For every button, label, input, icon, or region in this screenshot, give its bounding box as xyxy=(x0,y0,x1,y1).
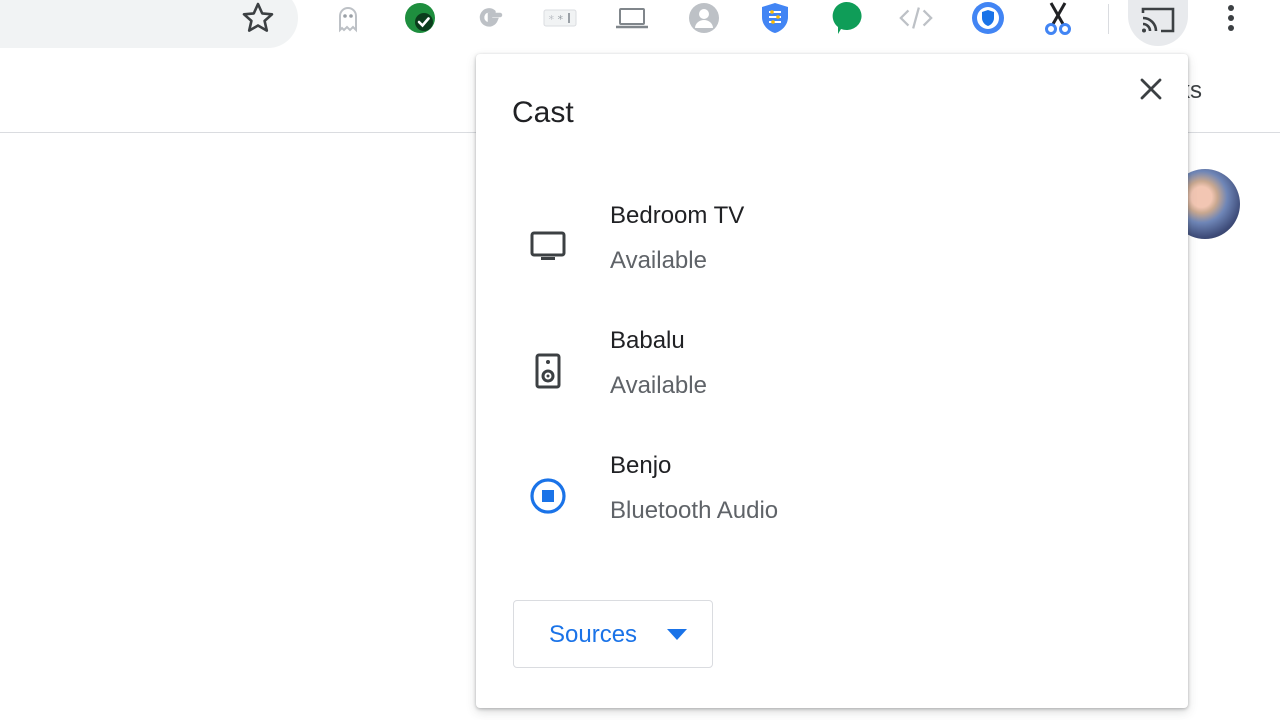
scissors-extension-icon[interactable] xyxy=(1040,0,1076,36)
svg-text:*: * xyxy=(557,13,564,26)
browser-toolbar: * * xyxy=(0,0,1280,50)
code-extension-icon[interactable] xyxy=(898,0,934,36)
password-extension-icon[interactable]: * * xyxy=(542,0,578,36)
shield-extension-icon[interactable] xyxy=(757,0,793,36)
security-extension-icon[interactable] xyxy=(970,0,1006,36)
sink-status: Bluetooth Audio xyxy=(610,497,779,524)
svg-text:*: * xyxy=(548,13,555,26)
dialog-title: Cast xyxy=(512,96,574,129)
ghost-extension-icon[interactable] xyxy=(330,0,366,36)
tv-icon xyxy=(524,222,572,270)
sink-name: Benjo xyxy=(610,452,672,479)
sink-item-bedroom-tv[interactable]: Bedroom TV Available xyxy=(476,194,1188,314)
green-check-extension-icon[interactable] xyxy=(402,0,438,36)
cast-icon xyxy=(1141,7,1175,33)
speaker-icon xyxy=(524,347,572,395)
close-button[interactable] xyxy=(1132,70,1170,108)
sink-name: Bedroom TV xyxy=(610,202,745,229)
google-g-extension-icon[interactable] xyxy=(472,0,508,36)
bookmark-star-icon[interactable] xyxy=(238,0,278,36)
laptop-extension-icon[interactable] xyxy=(614,0,650,36)
sink-status: Available xyxy=(610,372,707,399)
sink-item-benjo[interactable]: Benjo Bluetooth Audio xyxy=(476,444,1188,564)
close-icon xyxy=(1140,78,1162,100)
sources-label: Sources xyxy=(549,621,638,648)
sink-item-babalu[interactable]: Babalu Available xyxy=(476,319,1188,439)
cast-toolbar-button[interactable] xyxy=(1128,0,1188,46)
toolbar-divider xyxy=(1108,4,1109,34)
sources-button[interactable]: Sources xyxy=(513,600,713,668)
sink-status: Available xyxy=(610,247,707,274)
dropdown-arrow-icon xyxy=(667,629,687,640)
profile-extension-icon[interactable] xyxy=(686,0,722,36)
stop-casting-icon[interactable] xyxy=(524,472,572,520)
cast-dialog: Cast Bedroom TV Available Babalu Availab… xyxy=(476,54,1188,708)
sink-name: Babalu xyxy=(610,327,685,354)
browser-menu-icon[interactable] xyxy=(1220,0,1242,36)
chat-bubble-extension-icon[interactable] xyxy=(828,0,864,36)
